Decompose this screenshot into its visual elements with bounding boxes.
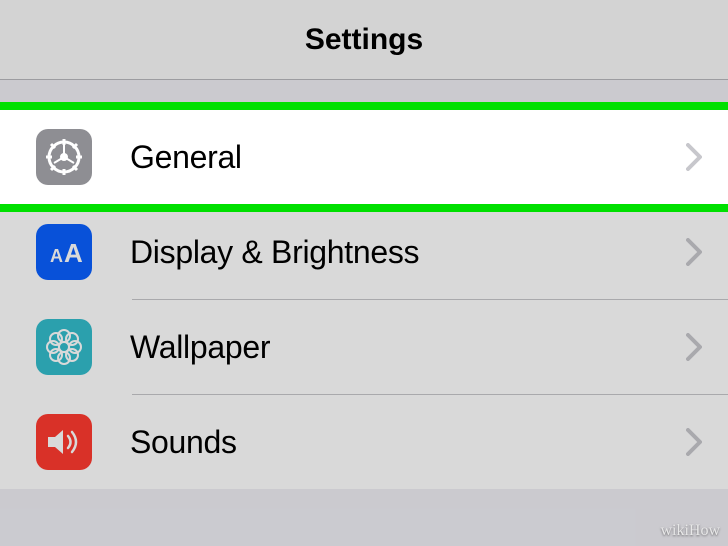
settings-list: General A A Display & Brightness <box>0 110 728 489</box>
chevron-right-icon <box>686 428 702 456</box>
flower-icon <box>36 319 92 375</box>
row-label: Wallpaper <box>130 329 686 366</box>
row-wallpaper[interactable]: Wallpaper <box>0 300 728 394</box>
chevron-right-icon <box>686 143 702 171</box>
svg-text:A: A <box>64 238 83 268</box>
gear-icon <box>36 129 92 185</box>
header: Settings <box>0 0 728 80</box>
svg-text:A: A <box>50 246 63 266</box>
page-title: Settings <box>305 23 423 57</box>
row-label: Sounds <box>130 424 686 461</box>
speaker-icon <box>36 414 92 470</box>
row-general[interactable]: General <box>0 110 728 204</box>
spacer <box>0 80 728 110</box>
chevron-right-icon <box>686 238 702 266</box>
text-size-icon: A A <box>36 224 92 280</box>
row-label: Display & Brightness <box>130 234 686 271</box>
row-sounds[interactable]: Sounds <box>0 395 728 489</box>
row-label: General <box>130 139 686 176</box>
chevron-right-icon <box>686 333 702 361</box>
watermark: wikiHow <box>660 522 720 540</box>
row-display-brightness[interactable]: A A Display & Brightness <box>0 205 728 299</box>
